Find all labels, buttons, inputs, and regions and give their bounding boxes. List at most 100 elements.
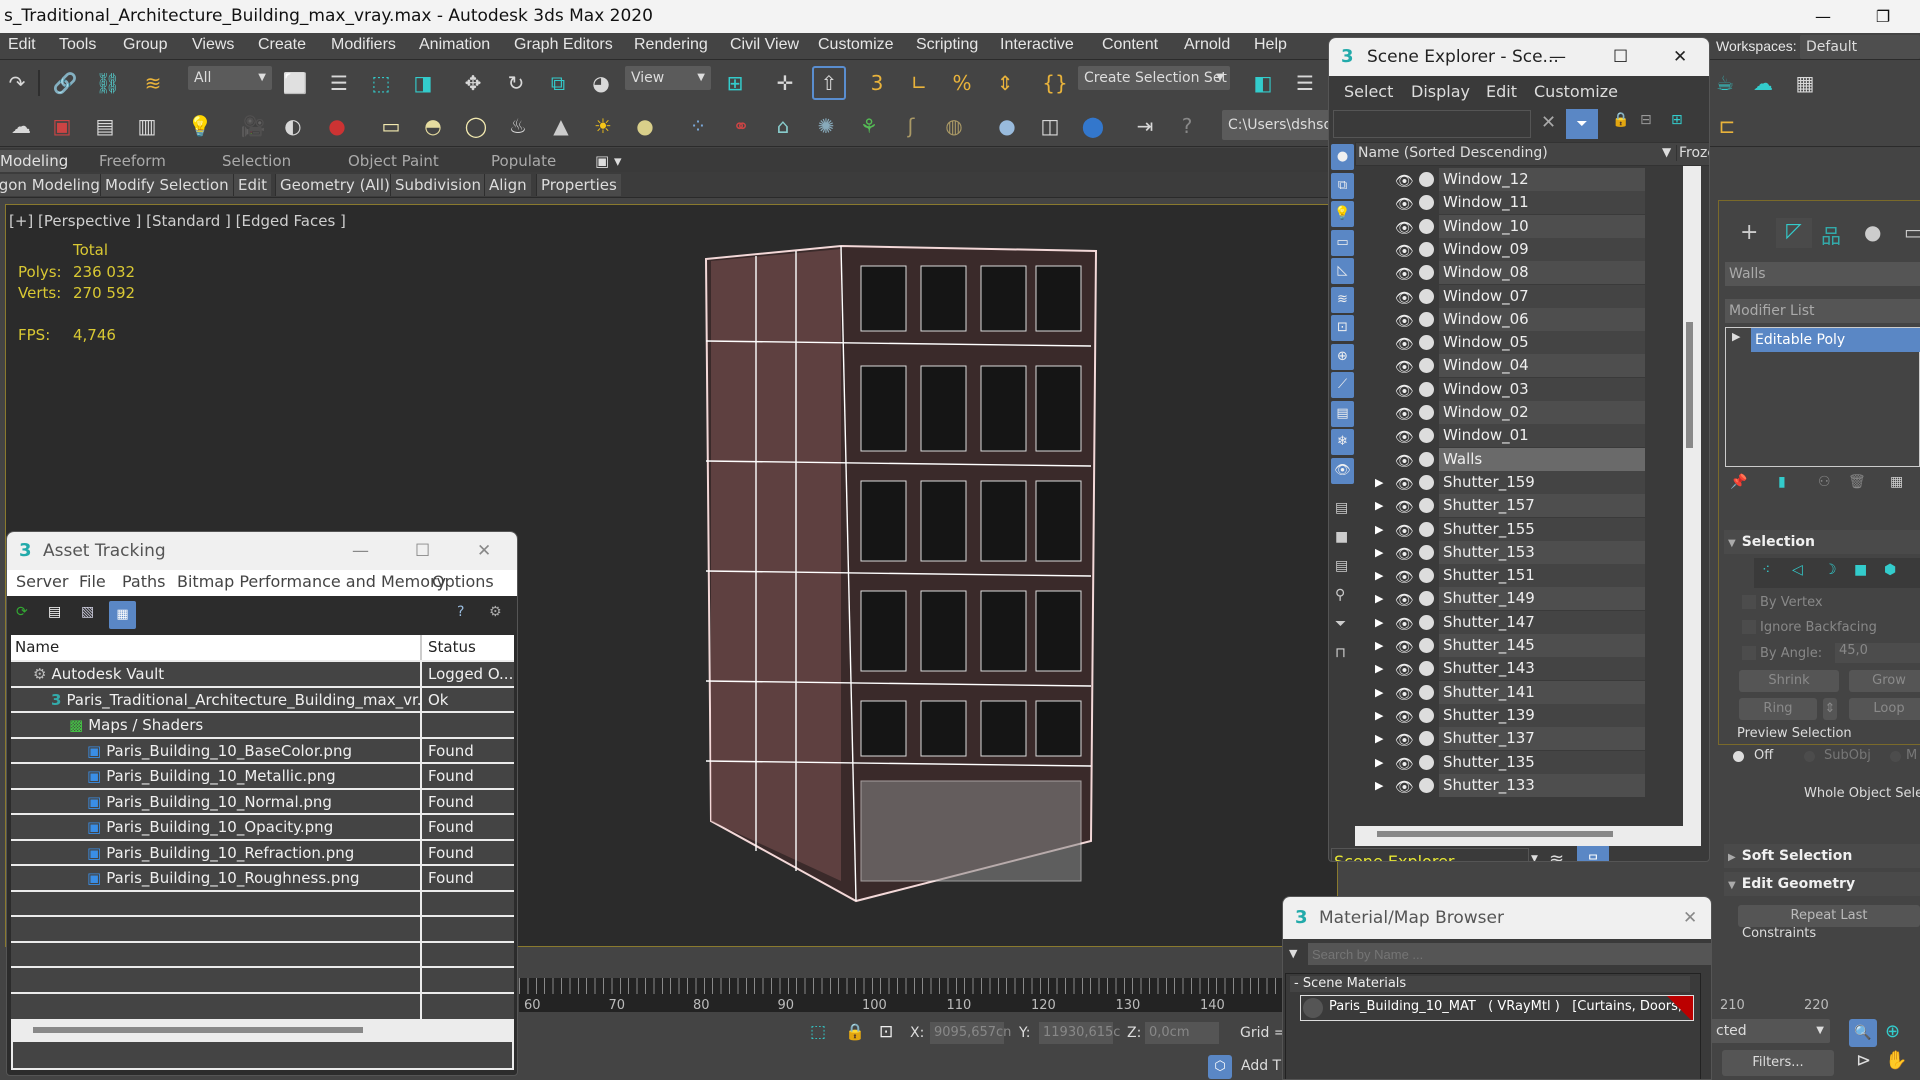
sphere-icon[interactable]: ● xyxy=(630,111,660,141)
visibility-eye-icon[interactable]: 👁 xyxy=(1395,403,1414,426)
rectangular-selection-icon[interactable]: ⬚ xyxy=(366,68,396,98)
menu-file[interactable]: File xyxy=(79,572,106,591)
lock-icon[interactable]: 🔒 xyxy=(1612,112,1629,128)
visibility-eye-icon[interactable]: 👁 xyxy=(1395,776,1414,799)
teapot-icon[interactable]: ♨ xyxy=(503,111,533,141)
sphere-light-icon[interactable]: ◯ xyxy=(461,111,491,141)
close-button[interactable]: ✕ xyxy=(477,532,491,570)
visibility-eye-icon[interactable]: 👁 xyxy=(1395,217,1414,240)
keyboard-shortcut-override-icon[interactable]: ⇧ xyxy=(812,66,846,100)
scene-item[interactable]: 👁 Window_08 xyxy=(1355,261,1647,285)
render-toggle-icon[interactable] xyxy=(1419,358,1434,374)
maximize-button[interactable]: ☐ xyxy=(1613,38,1628,76)
plane-icon[interactable]: ▭ xyxy=(376,111,406,141)
menu-interactive[interactable]: Interactive xyxy=(1000,36,1074,54)
scene-item[interactable]: 👁 Window_11 xyxy=(1355,191,1647,215)
scene-item[interactable]: ▶ 👁 Shutter_143 xyxy=(1355,657,1647,681)
render-toggle-icon[interactable] xyxy=(1419,311,1434,327)
scene-item[interactable]: ▶ 👁 Shutter_149 xyxy=(1355,587,1647,612)
menu-select[interactable]: Select xyxy=(1344,82,1393,101)
physical-camera-icon[interactable]: ◐ xyxy=(278,111,308,141)
percent-snap-icon[interactable]: % xyxy=(947,68,977,98)
scene-item[interactable]: 👁 Walls xyxy=(1355,447,1647,473)
reference-coord-dropdown[interactable]: View ▼ xyxy=(625,66,711,90)
help-icon[interactable]: ? xyxy=(1172,111,1202,141)
dome-light-icon[interactable]: ◓ xyxy=(418,111,448,141)
x-coordinate-field[interactable]: 9095,657cn xyxy=(930,1022,1011,1044)
mirror-icon[interactable]: ◧ xyxy=(1248,68,1278,98)
render-toggle-icon[interactable] xyxy=(1419,451,1434,467)
toggle-ribbon-icon[interactable]: ▥ xyxy=(132,111,162,141)
expand-arrow-icon[interactable]: ▶ xyxy=(1375,471,1383,494)
border-icon[interactable]: ☽ xyxy=(1824,562,1837,578)
material-item[interactable]: Paris_Building_10_MAT ( VRayMtl ) [Curta… xyxy=(1300,995,1694,1021)
asset-row[interactable]: ▣ Paris_Building_10_Opacity.png Found xyxy=(11,815,514,841)
scene-item[interactable]: ▶ 👁 Shutter_151 xyxy=(1355,564,1647,588)
proxy-icon[interactable]: ⌂ xyxy=(768,111,798,141)
redo-icon[interactable]: ↷ xyxy=(2,68,32,98)
render-toggle-icon[interactable] xyxy=(1419,172,1434,187)
display-shapes-icon[interactable]: ⧉ xyxy=(1331,172,1354,199)
menu-civil-view[interactable]: Civil View xyxy=(730,36,799,54)
render-toggle-icon[interactable] xyxy=(1419,335,1434,351)
vertex-icon[interactable]: ⁖ xyxy=(1762,562,1770,578)
close-button[interactable]: ✕ xyxy=(1673,38,1687,76)
column-name-header[interactable]: Name (Sorted Descending) xyxy=(1358,145,1548,161)
visibility-eye-icon[interactable]: 👁 xyxy=(1395,450,1414,473)
display-none-icon[interactable]: ■ xyxy=(1335,529,1348,545)
angle-value-field[interactable]: 45,0 xyxy=(1835,643,1920,663)
scene-item[interactable]: 👁 Window_09 xyxy=(1355,237,1647,263)
hierarchy-icon[interactable]: 品 xyxy=(1577,846,1609,861)
pivot-center-icon[interactable]: ⊞ xyxy=(720,68,750,98)
object-name-field[interactable]: Walls xyxy=(1725,262,1920,286)
hierarchy-collapse-icon[interactable]: ⊟ xyxy=(1640,112,1652,128)
selection-mode-dropdown[interactable]: cted ▼ xyxy=(1710,1019,1830,1043)
create-tab-icon[interactable]: + xyxy=(1740,220,1758,245)
tab-modeling[interactable]: Modeling xyxy=(0,150,68,172)
menu-animation[interactable]: Animation xyxy=(419,36,490,54)
scene-item[interactable]: 👁 Window_05 xyxy=(1355,331,1647,356)
explorer-name-dropdown[interactable]: Scene Explorer xyxy=(1331,848,1529,861)
close-button[interactable]: ✕ xyxy=(1683,897,1697,939)
polygon-icon[interactable]: ■ xyxy=(1854,562,1867,578)
scene-item[interactable]: ▶ 👁 Shutter_141 xyxy=(1355,680,1647,704)
display-helpers-icon[interactable]: ◺ xyxy=(1331,258,1354,284)
render-toggle-icon[interactable] xyxy=(1419,265,1434,281)
expand-arrow-icon[interactable]: ▶ xyxy=(1375,634,1383,657)
scene-item[interactable]: ▶ 👁 Shutter_139 xyxy=(1355,703,1647,729)
scene-explorer-titlebar[interactable]: 3 Scene Explorer - Sce... — ☐ ✕ xyxy=(1329,38,1709,76)
visibility-eye-icon[interactable]: 👁 xyxy=(1395,333,1414,356)
visibility-eye-icon[interactable]: 👁 xyxy=(1395,706,1414,729)
display-all-icon[interactable]: ▤ xyxy=(1335,500,1348,516)
rollout-edit-geometry[interactable]: ▼ Edit Geometry xyxy=(1724,872,1920,896)
cloud-icon[interactable]: ☁ xyxy=(6,111,36,141)
visibility-eye-icon[interactable]: 👁 xyxy=(1395,287,1414,310)
help-icon[interactable]: ? xyxy=(457,604,464,620)
expand-arrow-icon[interactable]: ▶ xyxy=(1375,774,1383,797)
asset-row[interactable]: ▣ Paris_Building_10_Refraction.png Found xyxy=(11,840,514,866)
menu-create[interactable]: Create xyxy=(258,36,306,54)
visibility-eye-icon[interactable]: 👁 xyxy=(1395,496,1414,519)
settings-icon[interactable]: ⚙ xyxy=(489,604,502,620)
scene-search-input[interactable] xyxy=(1333,110,1531,138)
spinner-snap-icon[interactable]: ⇕ xyxy=(990,68,1020,98)
display-cameras-icon[interactable]: ▭ xyxy=(1331,229,1354,256)
visibility-eye-icon[interactable]: 👁 xyxy=(1395,240,1414,263)
make-unique-icon[interactable]: ⚇ xyxy=(1818,474,1831,490)
scene-item[interactable]: 👁 Window_03 xyxy=(1355,377,1647,401)
hierarchy-tab-icon[interactable]: 品 xyxy=(1821,220,1841,249)
visibility-eye-icon[interactable]: 👁 xyxy=(1395,589,1414,612)
render-toggle-icon[interactable] xyxy=(1419,568,1434,584)
menu-scripting[interactable]: Scripting xyxy=(916,36,978,54)
display-spacewarps-icon[interactable]: ≋ xyxy=(1331,286,1354,313)
zoom-icon[interactable]: 🔍 xyxy=(1849,1019,1877,1047)
column-name[interactable]: Name xyxy=(11,635,422,660)
scene-item[interactable]: ▶ 👁 Shutter_157 xyxy=(1355,494,1647,519)
refresh-icon[interactable]: ⟳ xyxy=(16,604,28,620)
render-toggle-icon[interactable] xyxy=(1419,218,1434,234)
material-ball-icon[interactable]: ● xyxy=(992,111,1022,141)
angle-snap-icon[interactable]: ∟ xyxy=(904,68,934,98)
display-containers-icon[interactable]: ▤ xyxy=(1331,400,1354,427)
material-browser-titlebar[interactable]: 3 Material/Map Browser ✕ xyxy=(1283,897,1711,939)
sun-icon[interactable]: ☀ xyxy=(588,111,618,141)
